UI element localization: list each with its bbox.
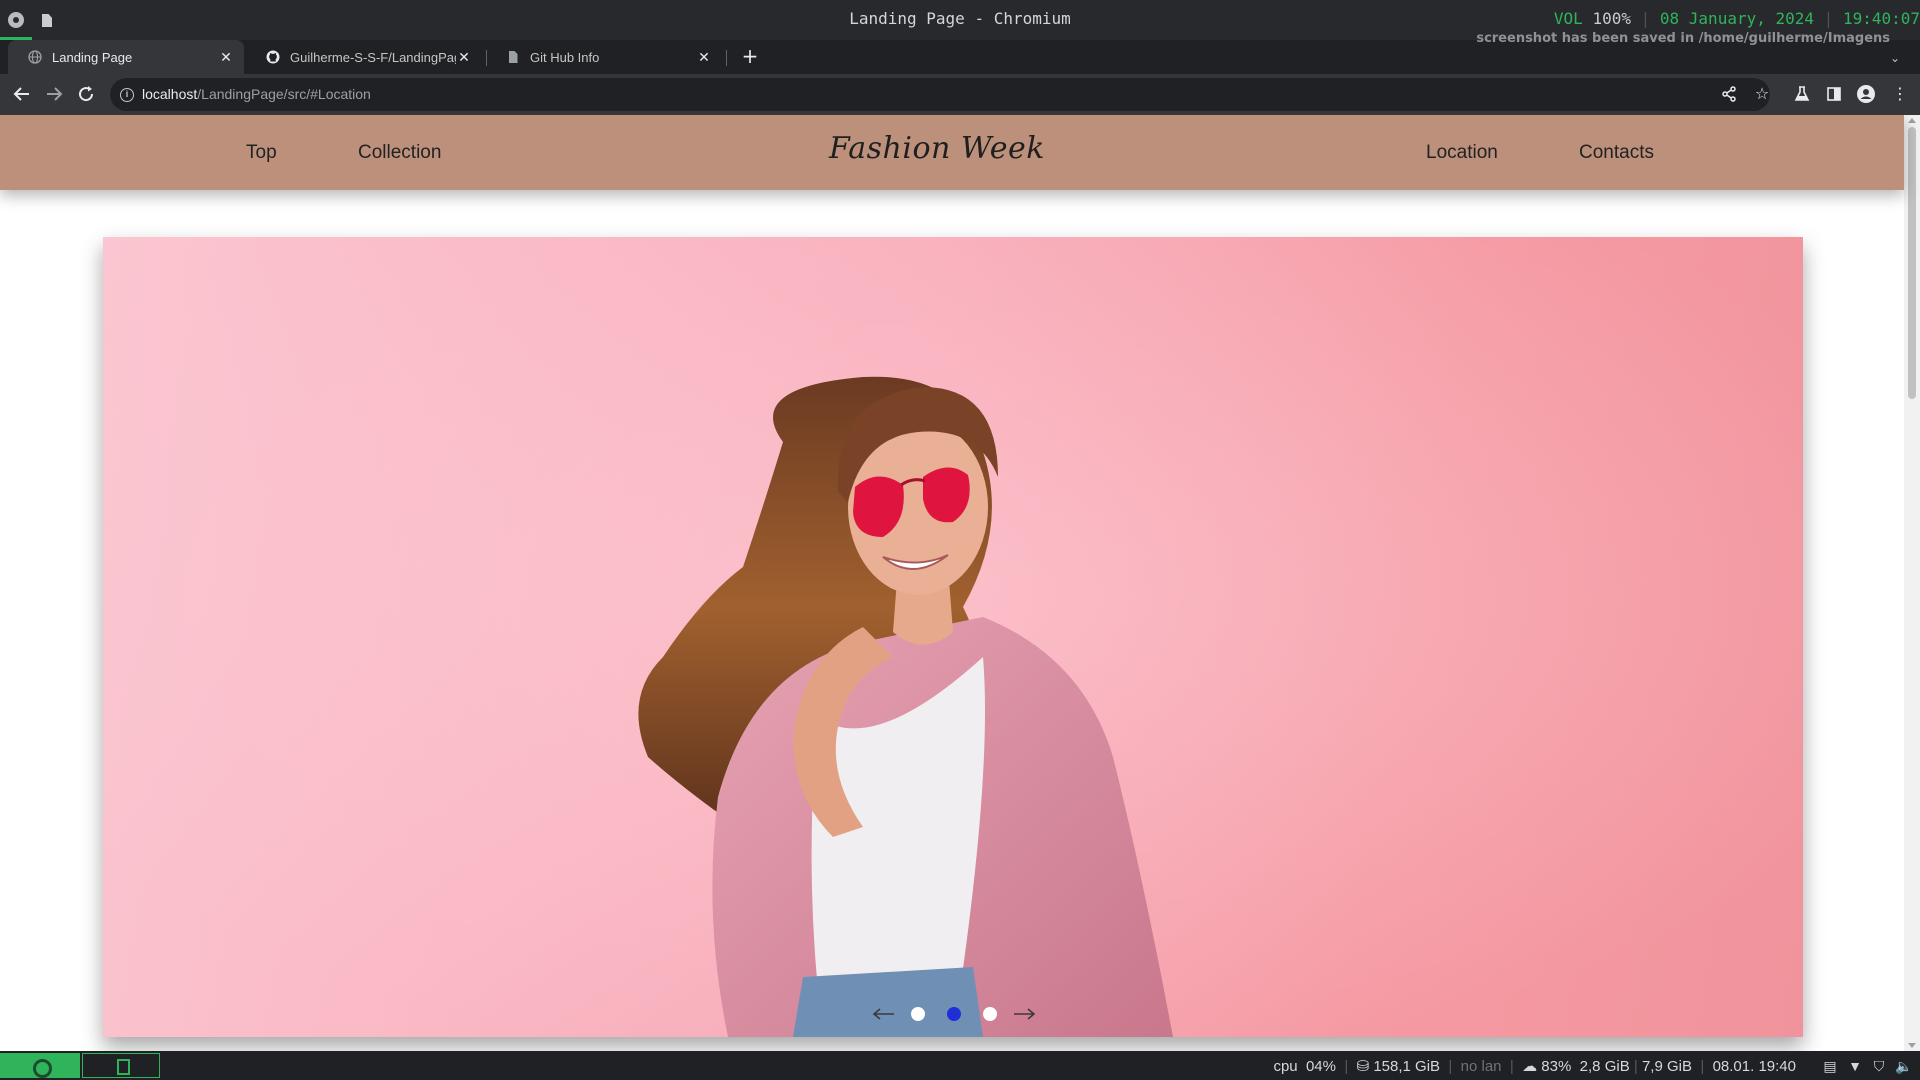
system-info: cpu 04% | ⛁ 158,1 GiB | no lan | ☁ 83% 2… — [1273, 1058, 1796, 1075]
clipboard-icon[interactable]: ▤ — [1822, 1058, 1838, 1074]
workspace-2-file-icon[interactable] — [82, 1053, 160, 1078]
scroll-down-arrow-icon[interactable] — [1908, 1043, 1916, 1048]
volume-icon[interactable]: 🔈 — [1895, 1058, 1912, 1074]
slider-dot[interactable] — [947, 1007, 961, 1021]
side-panel-icon[interactable] — [1822, 82, 1846, 106]
reload-icon — [79, 86, 94, 102]
share-icon[interactable] — [1717, 82, 1741, 106]
memory-used: 2,8 GiB — [1579, 1058, 1630, 1075]
status-time: 19:40:07 — [1842, 9, 1920, 28]
forward-button[interactable] — [42, 82, 66, 106]
reload-button[interactable] — [74, 82, 98, 106]
tab-separator — [726, 50, 727, 66]
tab-label: Git Hub Info — [530, 49, 600, 65]
slider-controls — [872, 1007, 1036, 1021]
tab-search-chevron-icon[interactable]: ⌄ — [1890, 51, 1900, 65]
lan-status: no lan — [1460, 1058, 1502, 1075]
nav-link-contacts[interactable]: Contacts — [1579, 115, 1654, 190]
menu-kebab-icon[interactable]: ⋮ — [1888, 82, 1912, 106]
slider-next-arrow-icon[interactable] — [1014, 1008, 1036, 1020]
site-info-icon[interactable]: i — [120, 88, 134, 102]
file-icon — [509, 51, 518, 63]
scroll-thumb[interactable] — [1908, 127, 1916, 399]
address-bar[interactable]: i localhost/LandingPage/src/#Location — [110, 78, 1770, 111]
browser-toolbar: i localhost/LandingPage/src/#Location ☆ … — [0, 74, 1920, 115]
github-icon — [266, 50, 280, 64]
cpu-value: 04% — [1305, 1058, 1336, 1075]
close-icon[interactable]: ✕ — [456, 49, 472, 66]
back-button[interactable] — [10, 82, 34, 106]
url-path: /LandingPage/src/#Location — [197, 86, 371, 102]
status-line: VOL 100% | 08 January, 2024 | 19:40:07 — [1553, 9, 1920, 28]
globe-icon — [28, 50, 42, 64]
slider-dot[interactable] — [911, 1007, 925, 1021]
nav-link-location[interactable]: Location — [1426, 115, 1498, 190]
screenshot-notification: screenshot has been saved in /home/guilh… — [1476, 31, 1890, 46]
memory-total: 7,9 GiB — [1641, 1058, 1692, 1075]
wifi-icon[interactable]: ▼ — [1847, 1058, 1863, 1074]
tab-git-hub-info[interactable]: Git Hub Info ✕ — [486, 40, 722, 74]
url-host: localhost — [142, 86, 198, 102]
close-icon[interactable]: ✕ — [696, 49, 712, 66]
workspace-1-chromium-icon[interactable] — [0, 1053, 80, 1078]
slider-prev-arrow-icon[interactable] — [872, 1008, 894, 1020]
cpu-label: cpu — [1273, 1058, 1298, 1075]
volume-label: VOL — [1553, 9, 1583, 28]
labs-flask-icon[interactable] — [1790, 82, 1814, 106]
disk-icon: ⛁ — [1356, 1058, 1370, 1075]
arrow-left-icon — [13, 87, 29, 101]
arrow-right-icon — [47, 87, 63, 101]
site-navbar: Top Collection Fashion Week Location Con… — [0, 115, 1904, 190]
battery-value: 83% — [1541, 1058, 1572, 1075]
panel-datetime: 08.01. 19:40 — [1712, 1058, 1796, 1075]
volume-value: 100% — [1592, 9, 1631, 28]
hero-slider[interactable] — [103, 237, 1803, 1037]
status-date: 08 January, 2024 — [1659, 9, 1815, 28]
tab-label: Guilherme-S-S-F/LandingPag — [290, 49, 456, 65]
url-text: localhost/LandingPage/src/#Location — [142, 78, 371, 111]
profile-avatar-icon[interactable] — [1854, 82, 1878, 106]
system-panel: cpu 04% | ⛁ 158,1 GiB | no lan | ☁ 83% 2… — [0, 1051, 1920, 1080]
new-tab-button[interactable]: + — [738, 45, 762, 69]
slider-dot[interactable] — [983, 1007, 997, 1021]
tab-github-repo[interactable]: Guilherme-S-S-F/LandingPag ✕ — [246, 40, 482, 74]
close-icon[interactable]: ✕ — [218, 49, 234, 66]
scroll-up-arrow-icon[interactable] — [1908, 118, 1916, 123]
disk-value: 158,1 GiB — [1373, 1058, 1441, 1075]
page-viewport: Top Collection Fashion Week Location Con… — [0, 115, 1920, 1051]
tab-landing-page[interactable]: Landing Page ✕ — [8, 40, 244, 74]
tab-label: Landing Page — [52, 49, 133, 65]
page-scrollbar[interactable] — [1904, 115, 1920, 1051]
battery-icon: ☁ — [1522, 1058, 1538, 1075]
bookmark-star-icon[interactable]: ☆ — [1750, 82, 1774, 106]
shield-icon[interactable]: ⛉ — [1871, 1058, 1887, 1074]
